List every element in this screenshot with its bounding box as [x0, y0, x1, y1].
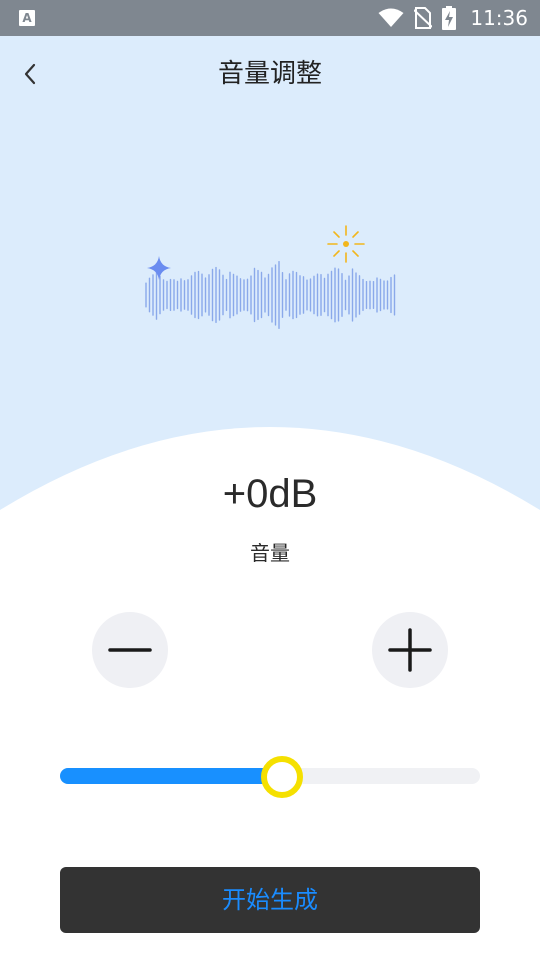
volume-slider[interactable] [60, 756, 480, 798]
wifi-icon [378, 8, 404, 27]
no-sim-icon [414, 7, 433, 29]
waveform-illustration [145, 225, 396, 330]
status-time: 11:36 [470, 6, 528, 30]
minus-icon [108, 648, 152, 652]
sparkle-star-icon [147, 256, 171, 280]
sparkle-burst-icon [327, 225, 365, 263]
slider-thumb[interactable] [261, 756, 303, 798]
plus-icon [388, 628, 432, 672]
battery-charging-icon [442, 6, 457, 30]
status-bar: A 11:36 [0, 0, 540, 36]
waveform-bars [145, 260, 396, 330]
page-title: 音量调整 [217, 59, 322, 89]
start-generate-button[interactable]: 开始生成 [60, 867, 480, 933]
volume-label: 音量 [250, 541, 290, 565]
status-icons: 11:36 [378, 0, 528, 36]
volume-value: +0dB [222, 472, 318, 516]
slider-fill [60, 768, 272, 784]
text-notification-icon: A [19, 10, 35, 26]
increase-volume-button[interactable] [372, 612, 448, 688]
decrease-volume-button[interactable] [92, 612, 168, 688]
